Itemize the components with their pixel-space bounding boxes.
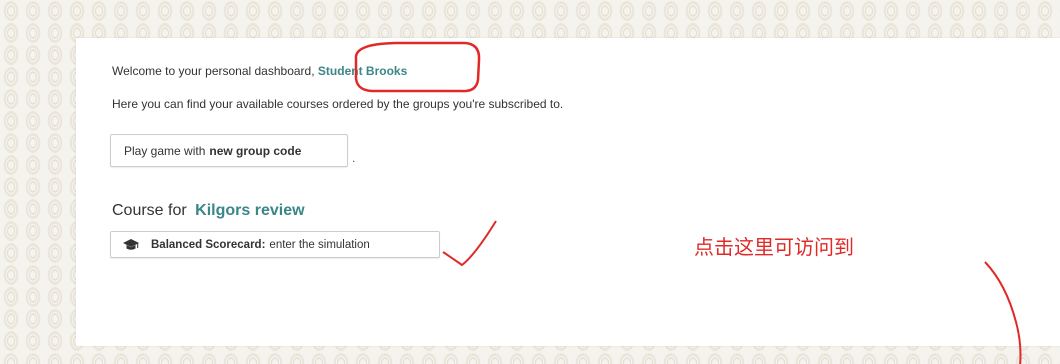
- course-button-label-strong: Balanced Scorecard:: [151, 238, 266, 251]
- welcome-prefix: Welcome to your personal dashboard,: [112, 64, 318, 78]
- intro-text: Here you can find your available courses…: [112, 97, 564, 111]
- play-new-group-code-button[interactable]: Play game with new group code: [110, 134, 348, 167]
- course-name: Kilgors review: [195, 202, 305, 219]
- dashboard-panel: Welcome to your personal dashboard, Stud…: [76, 38, 1060, 346]
- welcome-text: Welcome to your personal dashboard, Stud…: [112, 64, 407, 78]
- course-heading-prefix: Course for: [112, 202, 187, 219]
- enter-simulation-button[interactable]: Balanced Scorecard: enter the simulation: [110, 231, 440, 258]
- trailing-period: .: [352, 151, 356, 165]
- annotation-text: 点击这里可访问到: [694, 235, 854, 259]
- play-button-label: Play game with: [124, 143, 206, 158]
- course-heading: Course for Kilgors review: [112, 202, 305, 220]
- course-button-label: enter the simulation: [269, 238, 370, 251]
- play-button-label-strong: new group code: [209, 143, 302, 158]
- student-name-link[interactable]: Student Brooks: [318, 64, 407, 78]
- graduation-cap-icon: [123, 238, 139, 250]
